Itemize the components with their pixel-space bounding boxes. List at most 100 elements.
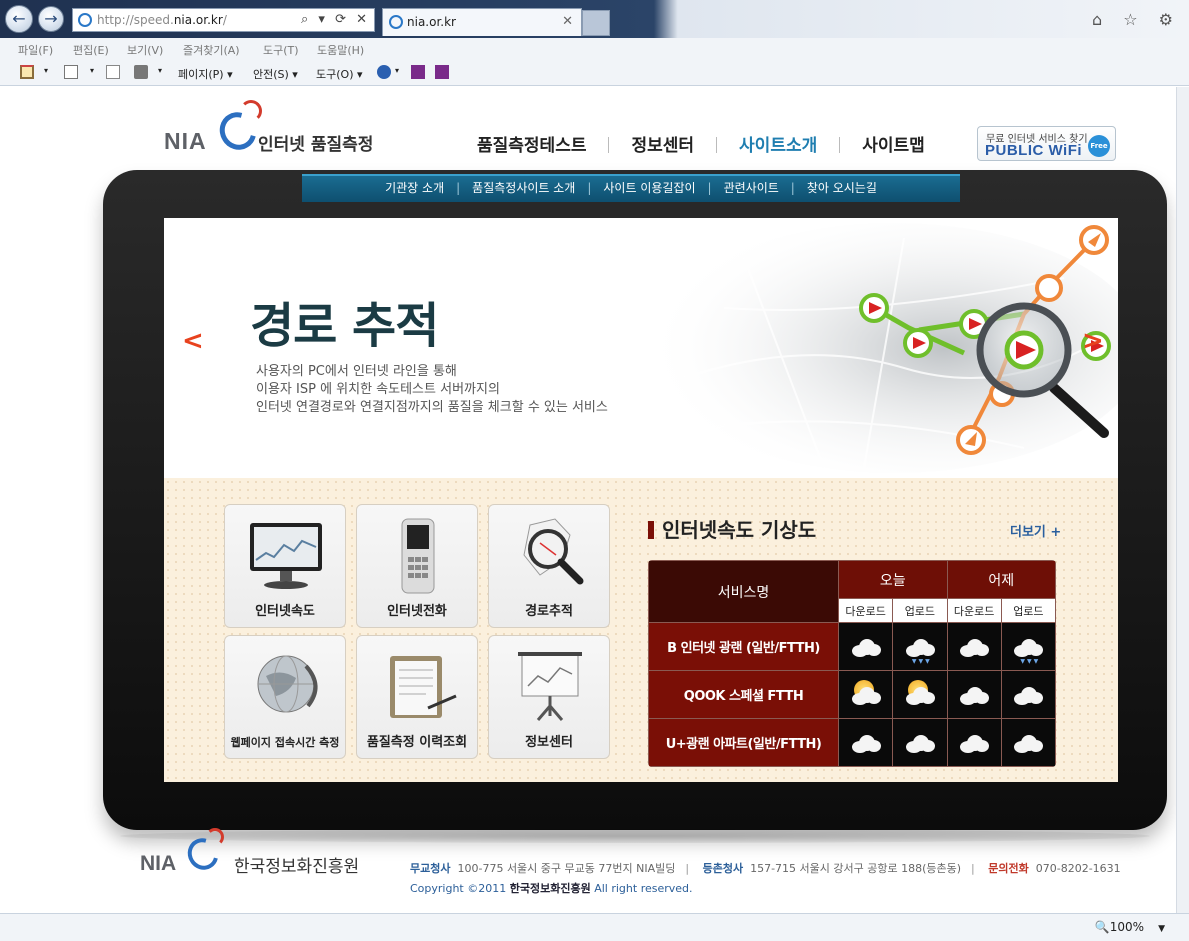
table-row: U+광랜 아파트(일반/FTTH) [648, 718, 1056, 767]
home-icon[interactable] [20, 65, 34, 79]
cloudy-icon [1012, 684, 1044, 706]
zoom-dropdown-icon[interactable]: ▼ [1158, 924, 1165, 934]
menu-view[interactable]: 보기(V) [127, 42, 163, 58]
tab-nia[interactable]: nia.or.kr ✕ [382, 8, 582, 36]
hero-title: 경로 추적 [250, 298, 439, 354]
menu-file[interactable]: 파일(F) [18, 42, 53, 58]
wifi-banner-logo-text: PUBLIC WiFi [985, 142, 1083, 159]
hq-address: 100-775 서울시 중구 무교동 77번지 NIA빌딩 [457, 862, 676, 875]
hero-prev-arrow-icon[interactable]: < [182, 326, 204, 356]
nav-quality-test[interactable]: 품질측정테스트 [477, 131, 586, 156]
ie-icon [389, 15, 403, 29]
tel-label: 문의전화 [988, 862, 1029, 875]
menu-edit[interactable]: 편집(E) [73, 42, 109, 58]
print-icon[interactable] [134, 65, 148, 79]
help-dropdown-icon[interactable]: ▾ [395, 66, 399, 75]
home-dropdown-icon[interactable]: ▾ [44, 66, 48, 75]
tab-title: nia.or.kr [407, 15, 456, 29]
arrow-right-icon: → [44, 9, 58, 28]
hero-desc-line: 이용자 ISP 에 위치한 속도테스트 서버까지의 [256, 382, 500, 397]
cloudy-icon [958, 732, 990, 754]
global-nav: 품질측정테스트 정보센터 사이트소개 사이트맵 [477, 131, 925, 156]
quick-link-history[interactable]: 품질측정 이력조회 [356, 635, 478, 759]
subnav-director[interactable]: 기관장 소개 [385, 181, 444, 195]
zoom-value: 100% [1109, 920, 1145, 934]
help-icon[interactable] [377, 65, 391, 79]
menu-favorites[interactable]: 즐겨찾기(A) [183, 42, 240, 58]
tools-menu[interactable]: 도구(O) ▾ [316, 66, 363, 82]
tel-number: 070-8202-1631 [1035, 862, 1121, 875]
hero-desc-line: 인터넷 연결경로와 연결지점까지의 품질을 체크할 수 있는 서비스 [256, 400, 608, 415]
footer-logo-text: NIA [140, 852, 177, 875]
tablet-screen: < 경로 추적 사용자의 PC에서 인터넷 라인을 통해 이용자 ISP 에 위… [164, 218, 1118, 782]
weather-more-link[interactable]: 더보기 + [1010, 521, 1061, 540]
address-bar[interactable]: http://speed.nia.or.kr/ ⌕ ▾ ⟳ ✕ [72, 8, 375, 32]
sunny-cloudy-icon [850, 679, 882, 706]
subnav-directions[interactable]: 찾아 오시는길 [807, 181, 877, 195]
page-menu[interactable]: 페이지(P) ▾ [178, 66, 233, 82]
cloudy-icon [850, 732, 882, 754]
hero-next-arrow-icon[interactable]: > [1082, 326, 1104, 356]
vertical-scrollbar[interactable] [1176, 87, 1189, 913]
quick-link-route-trace[interactable]: 경로추적 [488, 504, 610, 628]
title-bullet [648, 521, 654, 539]
page-viewport: NIA 인터넷 품질측정 품질측정테스트 정보센터 사이트소개 사이트맵 무료 인터넷… [0, 87, 1176, 913]
sunny-cloudy-icon [904, 679, 936, 706]
globe-icon [257, 655, 318, 713]
quick-link-internet-speed[interactable]: 인터넷속도 [224, 504, 346, 628]
address-controls[interactable]: ⌕ ▾ ⟳ ✕ [301, 9, 370, 31]
onenote-linked-icon[interactable] [435, 65, 449, 79]
browser-title-bar: ← → http://speed.nia.or.kr/ ⌕ ▾ ⟳ ✕ nia.… [0, 0, 1189, 38]
back-button[interactable]: ← [5, 5, 33, 33]
nia-ring-accent-icon [206, 828, 224, 846]
table-row: B 인터넷 광랜 (일반/FTTH) ▼▼▼ ▼▼▼ [648, 622, 1056, 671]
route-trace-map-illustration [644, 223, 1118, 473]
public-wifi-banner[interactable]: 무료 인터넷 서비스 찾기 PUBLIC WiFi Free [977, 126, 1116, 161]
feeds-dropdown-icon[interactable]: ▾ [90, 66, 94, 75]
menu-help[interactable]: 도움말(H) [317, 42, 364, 58]
hero-description: 사용자의 PC에서 인터넷 라인을 통해 이용자 ISP 에 위치한 속도테스트… [256, 363, 608, 417]
print-dropdown-icon[interactable]: ▾ [158, 66, 162, 75]
quick-link-label: 품질측정 이력조회 [366, 735, 468, 750]
header-download: 다운로드 [837, 598, 894, 623]
nav-info-center[interactable]: 정보센터 [631, 131, 694, 156]
hero-desc-line: 사용자의 PC에서 인터넷 라인을 통해 [256, 364, 457, 379]
quick-link-label: 정보센터 [525, 735, 573, 750]
subnav-related[interactable]: 관련사이트 [724, 181, 779, 195]
safety-menu[interactable]: 안전(S) ▾ [253, 66, 298, 82]
zoom-control[interactable]: 🔍100% ▼ [1095, 920, 1165, 934]
menu-bar: 파일(F) 편집(E) 보기(V) 즐겨찾기(A) 도구(T) 도움말(H) [0, 38, 1189, 60]
cloudy-icon [958, 636, 990, 658]
cloudy-icon [1012, 732, 1044, 754]
service-name: QOOK 스페셜 FTTH [648, 670, 839, 719]
subnav-divider: | [587, 181, 592, 195]
tablet-shadow [120, 829, 1150, 843]
quick-menu-area: 인터넷속도 인터넷전화 경로추적 웹페이지 접속시간 측정 품질측정 이력조회 … [164, 478, 1118, 782]
quick-link-info-center[interactable]: 정보센터 [488, 635, 610, 759]
home-favorites-settings-icons[interactable]: ⌂ ☆ ⚙ [1092, 10, 1181, 29]
quick-link-internet-phone[interactable]: 인터넷전화 [356, 504, 478, 628]
nia-ring-accent-icon [240, 100, 262, 122]
new-tab-button[interactable] [582, 10, 610, 36]
sub-nav: 기관장 소개 | 품질측정사이트 소개 | 사이트 이용길잡이 | 관련사이트 | 찾아 오시는… [302, 174, 960, 202]
footer-copyright: Copyright ©2011 한국정보화진흥원 All right reser… [410, 880, 693, 896]
menu-tools[interactable]: 도구(T) [263, 42, 299, 58]
footer-org-name: 한국정보화진흥원 [234, 857, 360, 877]
tab-close-icon[interactable]: ✕ [562, 9, 573, 35]
header-upload: 업로드 [1000, 598, 1056, 623]
rain-icon: ▼▼▼ [1012, 636, 1044, 665]
mail-icon[interactable] [106, 65, 120, 79]
url-host: nia.or.kr [173, 13, 223, 27]
subnav-guide[interactable]: 사이트 이용길잡이 [603, 181, 695, 195]
logo-text: NIA [164, 128, 207, 154]
quick-link-webpage-time[interactable]: 웹페이지 접속시간 측정 [224, 635, 346, 759]
branch-label: 등촌청사 [702, 862, 744, 875]
nav-sitemap[interactable]: 사이트맵 [862, 131, 925, 156]
feeds-icon[interactable] [64, 65, 78, 79]
forward-button[interactable]: → [38, 6, 64, 32]
nav-site-intro[interactable]: 사이트소개 [739, 131, 817, 156]
onenote-icon[interactable] [411, 65, 425, 79]
subnav-site-intro[interactable]: 품질측정사이트 소개 [472, 181, 575, 195]
cloudy-icon [904, 732, 936, 754]
service-name: U+광랜 아파트(일반/FTTH) [648, 718, 839, 767]
